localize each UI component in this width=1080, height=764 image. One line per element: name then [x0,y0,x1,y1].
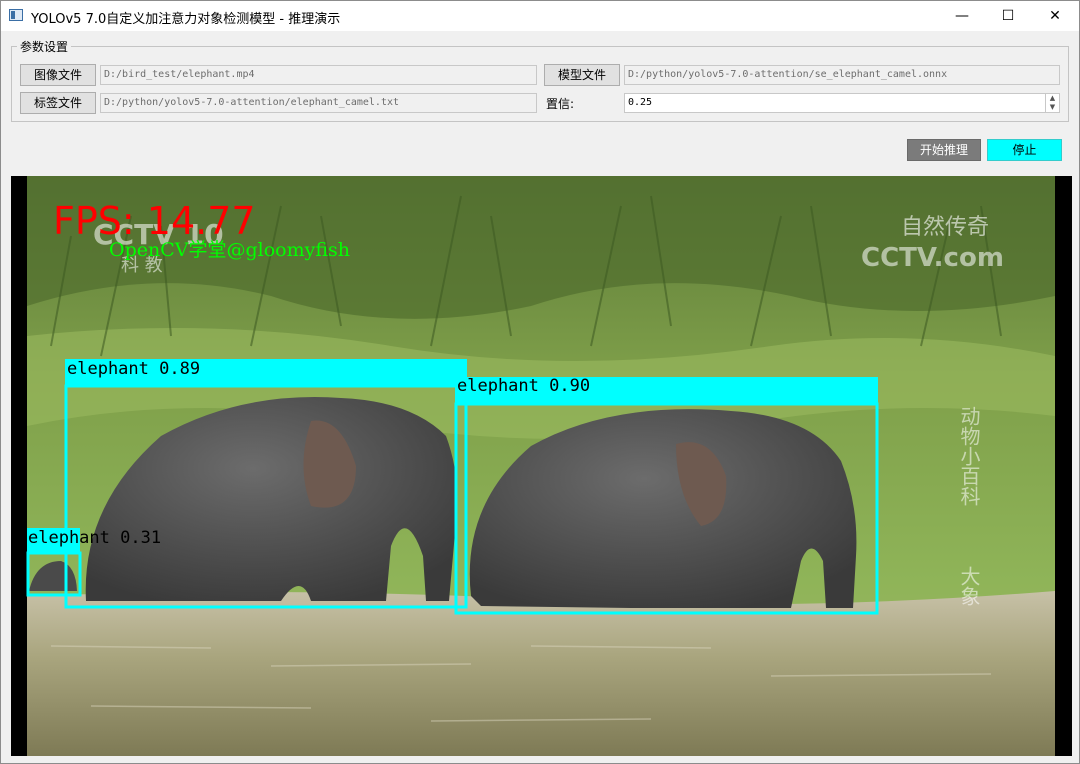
close-button[interactable]: ✕ [1032,1,1078,31]
vertical-caption-2: 大象 [957,566,981,606]
spin-up-icon[interactable]: ▲ [1046,94,1059,103]
confidence-spinbox[interactable]: 0.25 [624,93,1060,113]
model-file-button[interactable]: 模型文件 [544,64,620,86]
label-file-path-field[interactable]: D:/python/yolov5-7.0-attention/elephant_… [100,93,537,113]
maximize-button[interactable]: ☐ [985,1,1031,31]
minimize-button[interactable]: — [939,1,985,31]
image-file-button[interactable]: 图像文件 [20,64,96,86]
start-inference-button[interactable]: 开始推理 [907,139,981,161]
model-file-path-field[interactable]: D:/python/yolov5-7.0-attention/se_elepha… [624,65,1060,85]
vertical-caption: 动物小百科 [957,406,981,506]
app-icon [9,9,23,21]
river-water [27,591,1055,756]
spin-down-icon[interactable]: ▼ [1046,103,1059,112]
fps-counter: FPS: 14.77 [53,199,256,243]
detection-label: elephant 0.89 [67,359,200,379]
window-title: YOLOv5 7.0自定义加注意力对象检测模型 - 推理演示 [31,12,341,27]
stop-button[interactable]: 停止 [987,139,1062,161]
video-frame: elephant 0.89 elephant 0.90 elephant 0.3… [11,176,1072,756]
watermark-text: OpenCV学堂@gloomyfish [109,239,350,261]
detection-label: elephant 0.90 [457,376,590,396]
image-file-path-field[interactable]: D:/bird_test/elephant.mp4 [100,65,537,85]
confidence-stepper[interactable]: ▲ ▼ [1045,94,1059,112]
app-window: YOLOv5 7.0自定义加注意力对象检测模型 - 推理演示 — ☐ ✕ 参数设… [0,0,1080,764]
video-display: elephant 0.89 elephant 0.90 elephant 0.3… [11,176,1072,756]
title-bar[interactable]: YOLOv5 7.0自定义加注意力对象检测模型 - 推理演示 — ☐ ✕ [1,1,1079,31]
params-group-title: 参数设置 [17,38,72,55]
detection-label: elephant 0.31 [28,528,161,548]
channel-logo-right: 自然传奇 [901,215,989,240]
channel-logo-right-sub: CCTV.com [861,243,1004,273]
confidence-label: 置信: [546,97,575,111]
label-file-button[interactable]: 标签文件 [20,92,96,114]
